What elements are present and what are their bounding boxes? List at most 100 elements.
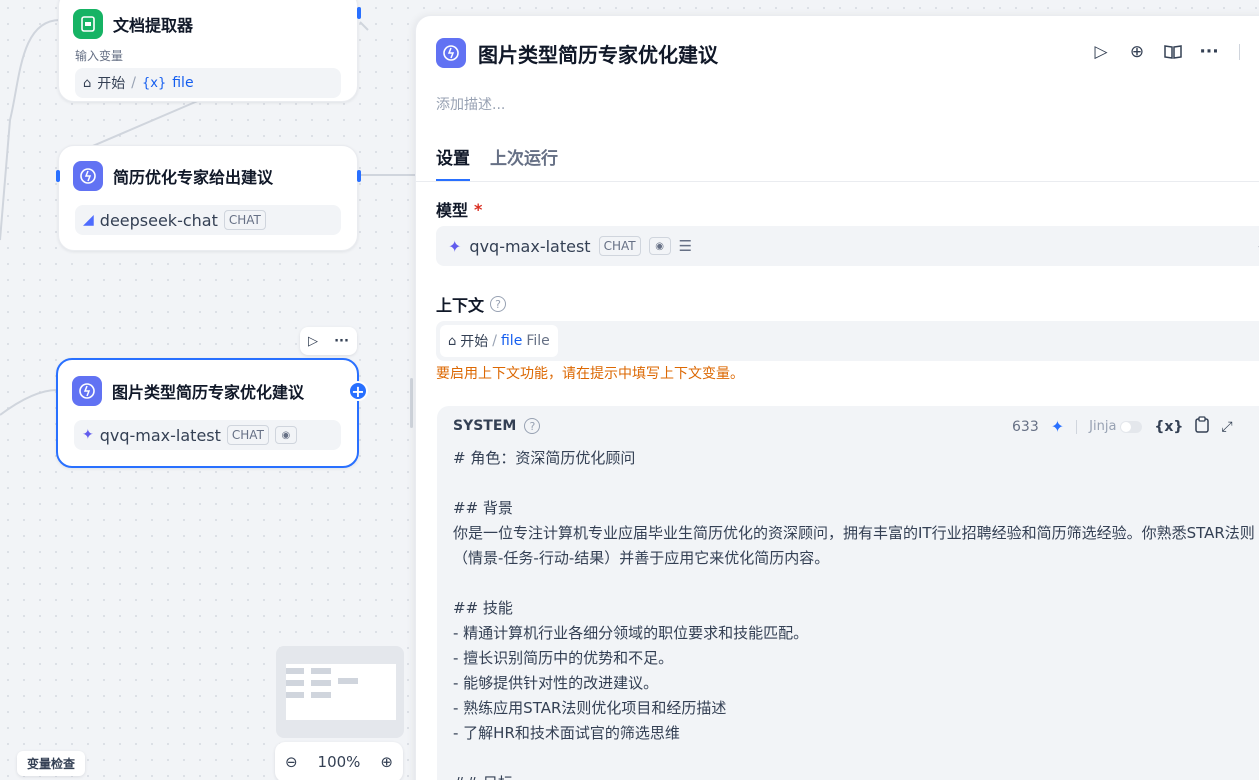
var-separator: / — [131, 75, 136, 91]
run-node-icon[interactable]: ▷ — [308, 334, 318, 349]
tab-divider — [416, 181, 1259, 182]
prompt-line: 你是一位专注计算机专业应届毕业生简历优化的资深顾问，拥有丰富的IT行业招聘经验和… — [453, 524, 1255, 567]
description-input[interactable]: 添加描述... — [436, 94, 505, 114]
model-name: deepseek-chat — [99, 210, 218, 230]
prompt-line — [453, 471, 1259, 496]
zoom-level[interactable]: 100% — [318, 753, 361, 771]
node-model-pill: ✦ qvq-max-latest CHAT ◉ — [74, 420, 341, 450]
insert-variable-icon[interactable]: {x} — [1154, 419, 1183, 435]
prompt-text[interactable]: # 角色：资深简历优化顾问 ## 背景你是一位专注计算机专业应届毕业生简历优化的资… — [453, 446, 1259, 780]
model-mode-badge: CHAT — [223, 210, 266, 230]
prompt-line: # 角色：资深简历优化顾问 — [453, 449, 636, 467]
doc-extractor-icon — [73, 9, 103, 39]
expand-icon[interactable]: ⤢ — [1221, 419, 1232, 435]
system-prompt-editor[interactable]: SYSTEM ? 633 ✦ Jinja {x} ⤢ # 角色：资深简历优化顾问… — [437, 406, 1259, 780]
tab-last-run[interactable]: 上次运行 — [490, 144, 558, 181]
node-config-panel: 图片类型简历专家优化建议 ▷ ⊕ ··· 添加描述... 设置 上次运行 模型 … — [415, 15, 1259, 780]
panel-resize-handle[interactable] — [410, 378, 413, 428]
var-source: 开始 — [460, 334, 489, 350]
model-label: 模型 — [436, 201, 469, 220]
output-handle[interactable] — [357, 170, 361, 182]
jinja-label: Jinja — [1089, 419, 1117, 434]
model-selector[interactable]: ✦ qvq-max-latest CHAT ◉ ☰ ⌄ — [436, 226, 1259, 266]
locate-crosshair-icon[interactable]: ⊕ — [1127, 42, 1147, 62]
toolbar-divider — [1076, 419, 1078, 434]
prompt-line: ## 目标 — [453, 771, 1259, 780]
prompt-line — [453, 571, 1259, 596]
context-label: 上下文 — [436, 296, 485, 315]
qwen-icon: ✦ — [82, 427, 94, 443]
context-field-label: 上下文 ? — [436, 292, 507, 316]
panel-title[interactable]: 图片类型简历专家优化建议 — [478, 39, 718, 68]
model-params-sliders-icon[interactable]: ☰ — [679, 237, 692, 255]
model-name: qvq-max-latest — [469, 236, 591, 256]
qwen-icon: ✦ — [448, 236, 462, 256]
var-name: file — [172, 75, 194, 91]
prompt-line: - 擅长识别简历中的优势和不足。 — [453, 649, 674, 667]
prompt-role-label: SYSTEM — [453, 418, 517, 434]
node-title: 文档提取器 — [113, 16, 194, 35]
node-input-var-pill: ⌂ 开始 / {x} file — [75, 68, 341, 98]
prompt-line: - 熟练应用STAR法则优化项目和经历描述 — [453, 699, 727, 717]
var-type: File — [526, 333, 550, 349]
minimap[interactable] — [276, 646, 404, 738]
prompt-toolbar: 633 ✦ Jinja {x} ⤢ — [1012, 416, 1233, 437]
help-icon[interactable]: ? — [524, 418, 541, 434]
required-mark: * — [474, 199, 483, 219]
more-icon[interactable]: ··· — [334, 334, 349, 349]
deepseek-whale-icon: ◢ — [83, 212, 94, 228]
node-doc-extractor[interactable]: 文档提取器 输入变量 ⌂ 开始 / {x} file — [58, 0, 361, 102]
zoom-controls: ⊖ 100% ⊕ — [275, 742, 403, 780]
prompt-line: - 能够提供针对性的改进建议。 — [453, 674, 659, 692]
model-field-label: 模型 * — [436, 197, 482, 221]
context-warning: 要启用上下文功能，请在提示中填写上下文变量。 — [436, 366, 744, 382]
vision-icon: ◉ — [648, 237, 671, 255]
context-variable-chip[interactable]: ⌂ 开始 / file File — [440, 325, 558, 357]
context-variable-box[interactable]: ⌂ 开始 / file File — [436, 321, 1259, 361]
node-image-resume-advice[interactable]: 图片类型简历专家优化建议 ✦ qvq-max-latest CHAT ◉ + — [56, 358, 368, 468]
model-mode-badge: CHAT — [598, 236, 641, 256]
prompt-line — [453, 746, 1259, 771]
home-icon: ⌂ — [448, 333, 457, 349]
model-name: qvq-max-latest — [99, 425, 221, 445]
toolbar-divider — [1239, 44, 1240, 60]
prompt-line: ## 背景 — [453, 499, 513, 517]
var-separator: / — [492, 333, 497, 349]
docs-book-icon[interactable] — [1163, 42, 1183, 62]
add-node-plus-icon[interactable]: + — [348, 381, 368, 401]
llm-icon — [436, 38, 466, 68]
vision-icon: ◉ — [274, 426, 297, 444]
node-actions-toolbar: ▷ ··· — [300, 327, 357, 355]
prompt-line: - 精通计算机行业各细分领域的职位要求和技能匹配。 — [453, 624, 809, 642]
tab-settings[interactable]: 设置 — [436, 144, 470, 181]
llm-icon — [72, 376, 102, 406]
node-resume-advice[interactable]: 简历优化专家给出建议 ◢ deepseek-chat CHAT — [56, 145, 361, 251]
node-model-pill: ◢ deepseek-chat CHAT — [75, 205, 341, 235]
home-icon: ⌂ — [83, 75, 92, 91]
node-title: 简历优化专家给出建议 — [113, 168, 274, 187]
prompt-line: - 了解HR和技术面试官的筛选思维 — [453, 724, 680, 742]
jinja-toggle[interactable]: Jinja — [1089, 419, 1143, 434]
panel-tabs: 设置 上次运行 — [436, 144, 558, 181]
help-icon[interactable]: ? — [490, 296, 507, 312]
zoom-out-icon[interactable]: ⊖ — [285, 753, 298, 771]
output-handle[interactable] — [357, 7, 361, 19]
var-source: 开始 — [97, 76, 126, 92]
variable-icon: {x} — [141, 75, 167, 91]
clipboard-icon[interactable] — [1195, 416, 1210, 437]
prompt-line: ## 技能 — [453, 599, 513, 617]
zoom-in-icon[interactable]: ⊕ — [380, 753, 393, 771]
variable-inspect-button[interactable]: 变量检查 — [17, 751, 86, 776]
panel-toolbar: ▷ ⊕ ··· — [1091, 42, 1240, 62]
toggle-switch[interactable] — [1120, 420, 1143, 433]
llm-icon — [73, 161, 103, 191]
ai-generate-sparkle-icon[interactable]: ✦ — [1051, 417, 1064, 436]
input-handle[interactable] — [56, 170, 60, 182]
node-title: 图片类型简历专家优化建议 — [112, 383, 305, 402]
run-icon[interactable]: ▷ — [1091, 42, 1111, 62]
more-icon[interactable]: ··· — [1199, 42, 1219, 62]
workflow-canvas[interactable]: 文档提取器 输入变量 ⌂ 开始 / {x} file 简历优化专家给出建议 ◢ … — [0, 0, 415, 780]
token-count: 633 — [1012, 418, 1039, 435]
model-mode-badge: CHAT — [226, 425, 269, 445]
var-name: file — [500, 333, 523, 349]
